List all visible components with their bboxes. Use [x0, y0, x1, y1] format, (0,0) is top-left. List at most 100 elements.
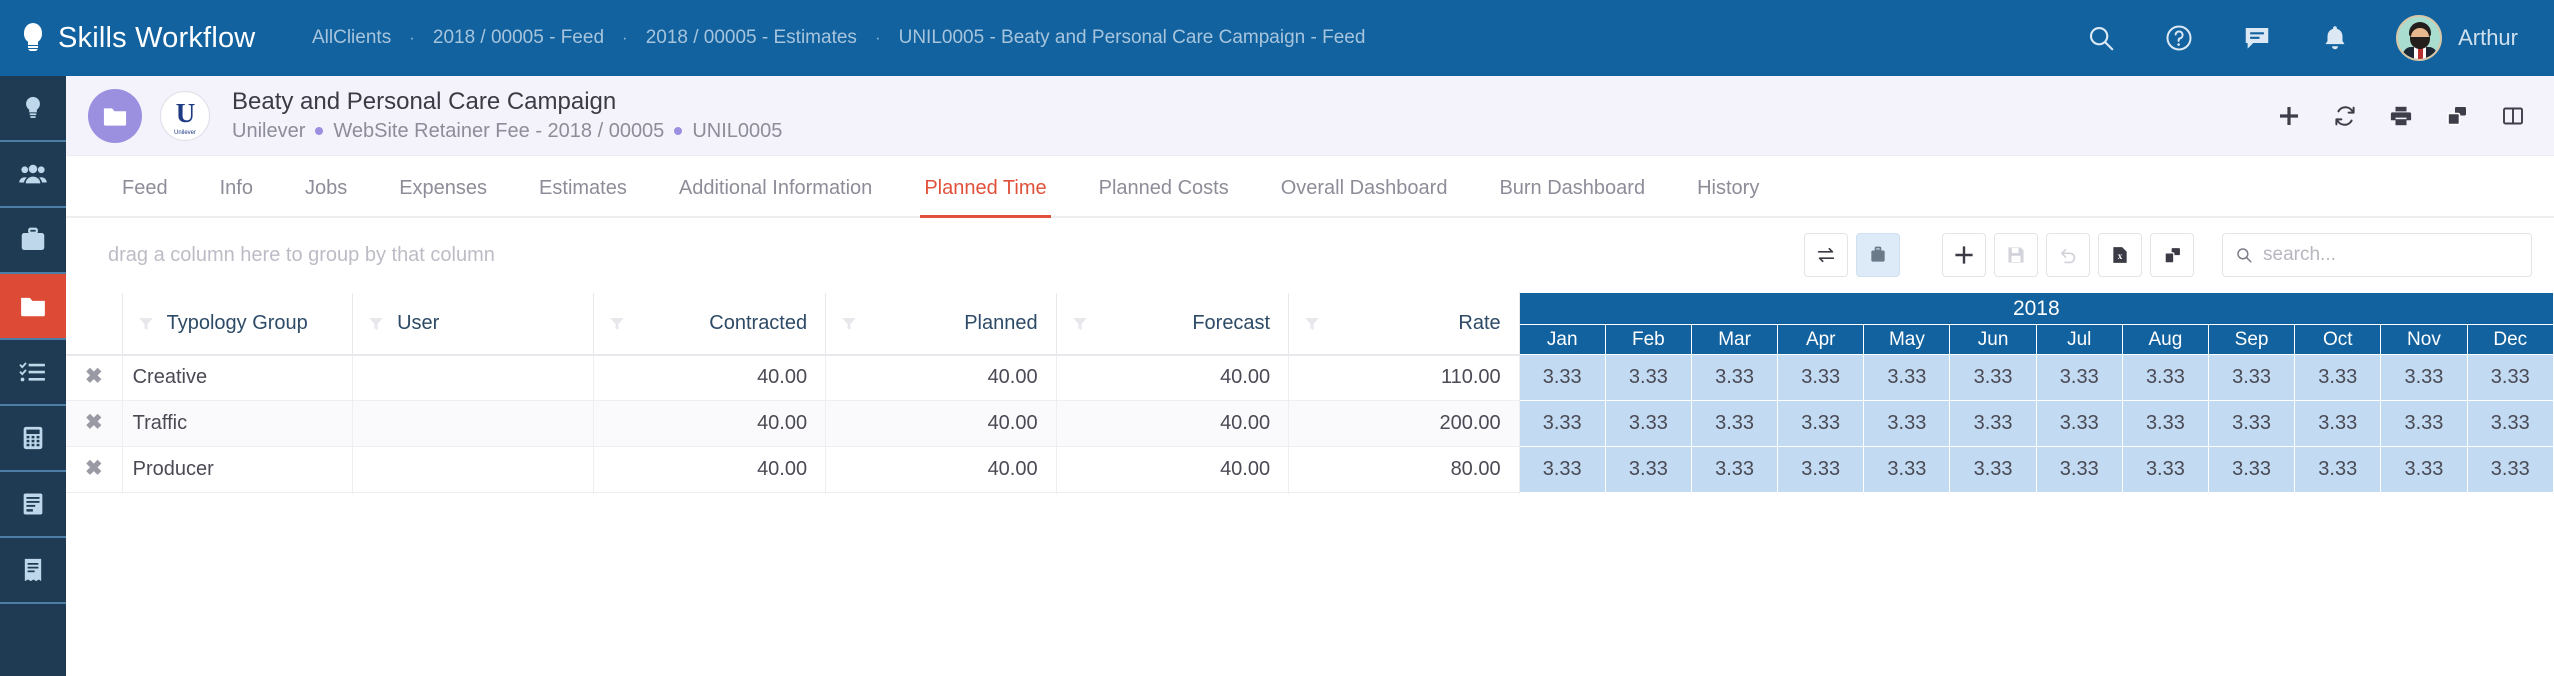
col-contracted[interactable]: Contracted — [593, 293, 826, 355]
plus-icon[interactable] — [2274, 101, 2304, 131]
delete-row-button[interactable]: ✖ — [66, 355, 122, 401]
tab-jobs[interactable]: Jobs — [279, 177, 373, 216]
cell-month-feb[interactable]: 3.33 — [1605, 447, 1691, 493]
month-header-jul[interactable]: Jul — [2036, 325, 2122, 355]
col-typology-group[interactable]: Typology Group — [122, 293, 353, 355]
user-menu[interactable]: Arthur — [2396, 15, 2518, 61]
month-header-mar[interactable]: Mar — [1691, 325, 1777, 355]
chat-icon[interactable] — [2240, 21, 2274, 55]
add-row-icon[interactable] — [1942, 233, 1986, 277]
cell-month-aug[interactable]: 3.33 — [2122, 355, 2208, 401]
breadcrumb-item-1[interactable]: 2018 / 00005 - Feed — [431, 27, 606, 49]
sidebar-item-invoices[interactable] — [0, 538, 66, 604]
cell-month-jul[interactable]: 3.33 — [2036, 355, 2122, 401]
cell-month-jul[interactable]: 3.33 — [2036, 447, 2122, 493]
month-header-apr[interactable]: Apr — [1778, 325, 1864, 355]
tab-planned-time[interactable]: Planned Time — [898, 177, 1072, 216]
sidebar-item-projects[interactable] — [0, 274, 66, 340]
tab-history[interactable]: History — [1671, 177, 1785, 216]
month-header-oct[interactable]: Oct — [2295, 325, 2381, 355]
month-header-aug[interactable]: Aug — [2122, 325, 2208, 355]
cell-month-aug[interactable]: 3.33 — [2122, 447, 2208, 493]
refresh-icon[interactable] — [2330, 101, 2360, 131]
col-rate[interactable]: Rate — [1289, 293, 1520, 355]
cell-month-aug[interactable]: 3.33 — [2122, 401, 2208, 447]
tab-burn-dashboard[interactable]: Burn Dashboard — [1473, 177, 1671, 216]
brand-logo[interactable]: Skills Workflow — [0, 22, 310, 55]
cell-month-sep[interactable]: 3.33 — [2209, 355, 2295, 401]
cell-month-feb[interactable]: 3.33 — [1605, 355, 1691, 401]
col-user[interactable]: User — [353, 293, 594, 355]
tab-expenses[interactable]: Expenses — [373, 177, 513, 216]
bell-icon[interactable] — [2318, 21, 2352, 55]
cell-month-mar[interactable]: 3.33 — [1691, 447, 1777, 493]
cell-month-jan[interactable]: 3.33 — [1519, 355, 1605, 401]
cell-contracted[interactable]: 40.00 — [593, 355, 826, 401]
cell-forecast[interactable]: 40.00 — [1056, 401, 1289, 447]
cell-rate[interactable]: 200.00 — [1289, 401, 1520, 447]
cell-typology-group[interactable]: Producer — [122, 447, 353, 493]
table-row[interactable]: ✖ Creative 40.00 40.00 40.00 110.00 3.33… — [66, 355, 2554, 401]
cell-month-may[interactable]: 3.33 — [1864, 447, 1950, 493]
col-forecast[interactable]: Forecast — [1056, 293, 1289, 355]
cell-month-dec[interactable]: 3.33 — [2467, 355, 2553, 401]
cell-forecast[interactable]: 40.00 — [1056, 447, 1289, 493]
cell-month-jun[interactable]: 3.33 — [1950, 355, 2036, 401]
search-icon[interactable] — [2084, 21, 2118, 55]
cell-month-may[interactable]: 3.33 — [1864, 355, 1950, 401]
sidebar-item-documents[interactable] — [0, 472, 66, 538]
swap-columns-icon[interactable] — [1804, 233, 1848, 277]
cell-month-oct[interactable]: 3.33 — [2295, 401, 2381, 447]
search-box[interactable] — [2222, 233, 2532, 277]
tab-overall-dashboard[interactable]: Overall Dashboard — [1255, 177, 1474, 216]
cell-month-sep[interactable]: 3.33 — [2209, 401, 2295, 447]
cell-month-may[interactable]: 3.33 — [1864, 401, 1950, 447]
sidebar-item-finance[interactable] — [0, 406, 66, 472]
undo-icon[interactable] — [2046, 233, 2090, 277]
sidebar-item-jobs[interactable] — [0, 208, 66, 274]
month-header-feb[interactable]: Feb — [1605, 325, 1691, 355]
cell-month-apr[interactable]: 3.33 — [1778, 355, 1864, 401]
cell-month-mar[interactable]: 3.33 — [1691, 355, 1777, 401]
cell-month-jun[interactable]: 3.33 — [1950, 401, 2036, 447]
cell-user[interactable] — [353, 447, 594, 493]
tab-planned-costs[interactable]: Planned Costs — [1073, 177, 1255, 216]
cell-rate[interactable]: 80.00 — [1289, 447, 1520, 493]
sidebar-item-tasks[interactable] — [0, 340, 66, 406]
month-header-jan[interactable]: Jan — [1519, 325, 1605, 355]
cell-month-jun[interactable]: 3.33 — [1950, 447, 2036, 493]
copy-icon[interactable] — [2150, 233, 2194, 277]
sidebar-item-ideas[interactable] — [0, 76, 66, 142]
breadcrumb-item-2[interactable]: 2018 / 00005 - Estimates — [644, 27, 859, 49]
table-row[interactable]: ✖ Producer 40.00 40.00 40.00 80.00 3.33 … — [66, 447, 2554, 493]
cell-month-oct[interactable]: 3.33 — [2295, 355, 2381, 401]
tab-estimates[interactable]: Estimates — [513, 177, 653, 216]
cell-planned[interactable]: 40.00 — [826, 401, 1057, 447]
tab-feed[interactable]: Feed — [96, 177, 194, 216]
help-icon[interactable] — [2162, 21, 2196, 55]
cell-forecast[interactable]: 40.00 — [1056, 355, 1289, 401]
split-panel-icon[interactable] — [2498, 101, 2528, 131]
cell-month-mar[interactable]: 3.33 — [1691, 401, 1777, 447]
cell-month-jul[interactable]: 3.33 — [2036, 401, 2122, 447]
cell-month-oct[interactable]: 3.33 — [2295, 447, 2381, 493]
delete-row-button[interactable]: ✖ — [66, 447, 122, 493]
group-by-dropzone[interactable]: drag a column here to group by that colu… — [108, 244, 495, 267]
col-planned[interactable]: Planned — [826, 293, 1057, 355]
cell-user[interactable] — [353, 401, 594, 447]
delete-row-button[interactable]: ✖ — [66, 401, 122, 447]
cell-rate[interactable]: 110.00 — [1289, 355, 1520, 401]
table-row[interactable]: ✖ Traffic 40.00 40.00 40.00 200.00 3.33 … — [66, 401, 2554, 447]
cell-month-sep[interactable]: 3.33 — [2209, 447, 2295, 493]
breadcrumb-item-3[interactable]: UNIL0005 - Beaty and Personal Care Campa… — [897, 27, 1368, 49]
cell-month-jan[interactable]: 3.33 — [1519, 401, 1605, 447]
cell-typology-group[interactable]: Traffic — [122, 401, 353, 447]
cell-planned[interactable]: 40.00 — [826, 355, 1057, 401]
sidebar-item-clients[interactable] — [0, 142, 66, 208]
cell-month-apr[interactable]: 3.33 — [1778, 447, 1864, 493]
save-icon[interactable] — [1994, 233, 2038, 277]
excel-export-icon[interactable]: x — [2098, 233, 2142, 277]
tab-additional-information[interactable]: Additional Information — [653, 177, 898, 216]
cell-contracted[interactable]: 40.00 — [593, 401, 826, 447]
cell-month-dec[interactable]: 3.33 — [2467, 447, 2553, 493]
